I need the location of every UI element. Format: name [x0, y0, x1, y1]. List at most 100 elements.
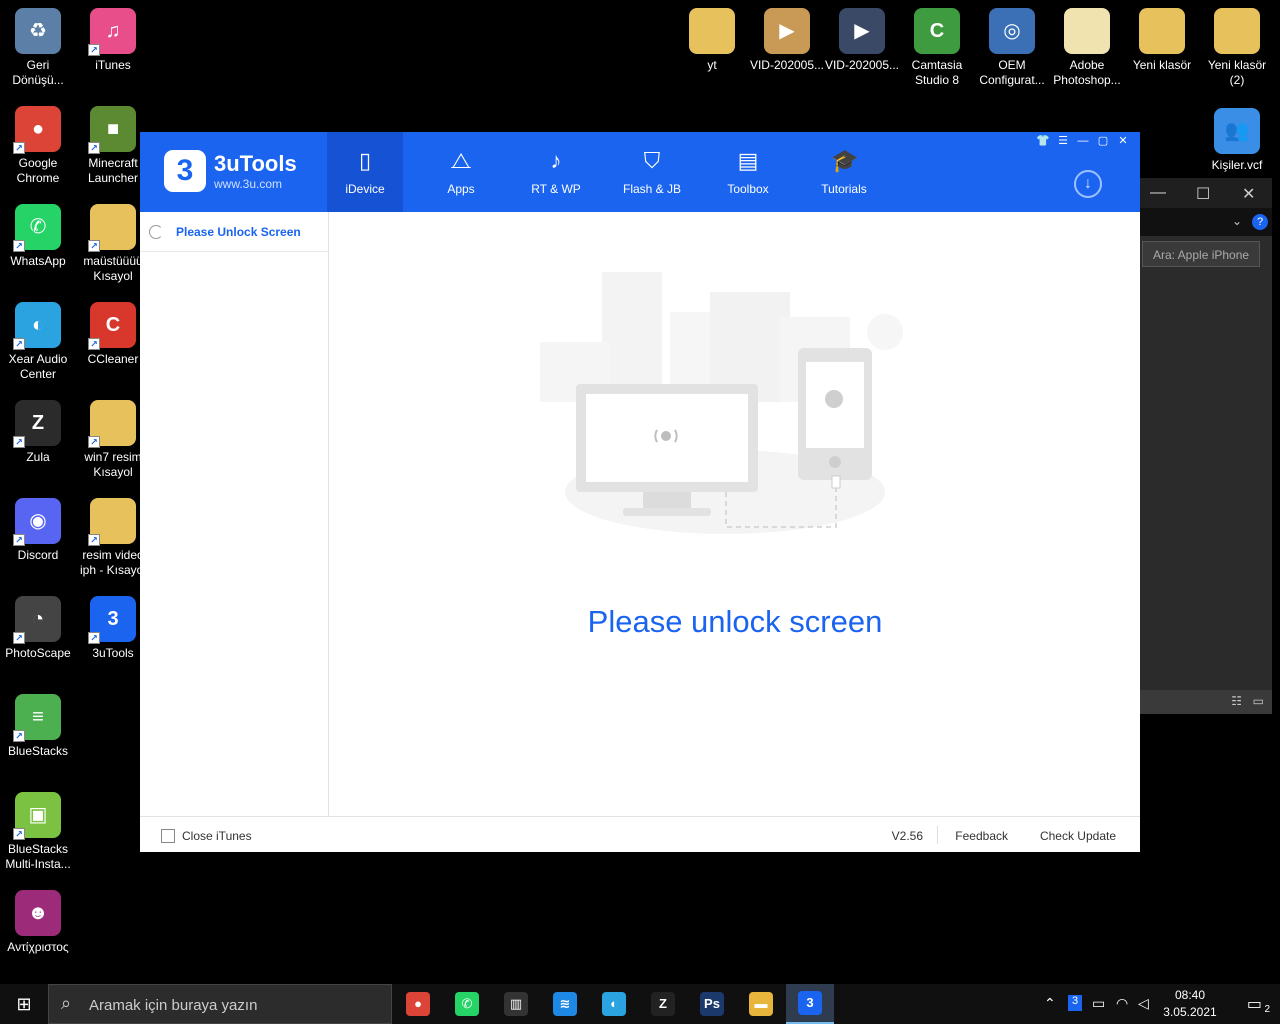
chevron-down-icon[interactable]: ⌄ — [1232, 214, 1242, 228]
desktop-icon-label: BlueStacks — [7, 744, 69, 758]
notification-icon[interactable]: ▭ — [1247, 994, 1262, 1014]
brand-url: www.3u.com — [214, 177, 283, 191]
bg-window-statusbar: ☷ ▭ — [1140, 690, 1272, 714]
desktop-icon[interactable]: ▶ VID-202005... — [749, 8, 825, 73]
bluestacks-icon: ≡ ↗ — [13, 694, 61, 742]
taskbar-app[interactable]: 3 — [786, 984, 834, 1024]
minimize-icon[interactable]: — — [1075, 134, 1091, 148]
skin-icon[interactable]: 👕 — [1035, 134, 1051, 148]
sidebar-item-unlock[interactable]: Please Unlock Screen — [140, 212, 328, 252]
folder-icon: ↗ — [88, 204, 136, 252]
tab-idevice[interactable]: ▯ iDevice — [327, 132, 403, 212]
details-view-icon[interactable]: ☷ — [1231, 694, 1242, 708]
taskbar-app[interactable]: ◐ — [590, 984, 638, 1024]
shield-icon: ⛉ — [643, 148, 661, 173]
bg-window-toolbar: ⌄ ? — [1140, 208, 1272, 236]
desktop-icon[interactable]: ≡ ↗ BlueStacks — [0, 694, 76, 759]
version-label: V2.56 — [891, 829, 923, 843]
shortcut-arrow-icon: ↗ — [13, 240, 25, 252]
desktop-icon[interactable]: ● ↗ Google Chrome — [0, 106, 76, 186]
taskbar-app[interactable]: Z — [639, 984, 687, 1024]
bg-window-search[interactable]: Ara: Apple iPhone — [1142, 241, 1260, 267]
taskbar-search[interactable]: ⌕ Aramak için buraya yazın — [48, 984, 392, 1024]
desktop-icon[interactable]: Adobe Photoshop... — [1049, 8, 1125, 88]
taskbar: ⊞ ⌕ Aramak için buraya yazın ● ✆ ▥ ≋ ◐ Z Ps ▬ 3 … — [0, 984, 1280, 1024]
xear-audio-icon: ◐ ↗ — [13, 302, 61, 350]
windows-start-icon[interactable]: ⊞ — [0, 984, 48, 1024]
desktop-icon-label: Yeni klasör — [1132, 58, 1192, 72]
thumbnail-view-icon[interactable]: ▭ — [1253, 694, 1264, 708]
desktop-icon[interactable]: Yeni klasör — [1124, 8, 1200, 73]
help-icon[interactable]: ? — [1252, 214, 1268, 230]
desktop-icon[interactable]: ▣ ↗ BlueStacks Multi-Insta... — [0, 792, 76, 872]
taskbar-app[interactable]: ▥ — [492, 984, 540, 1024]
battery-icon[interactable]: ▭ — [1092, 995, 1105, 1012]
desktop-icon-label: Kişiler.vcf — [1211, 158, 1263, 172]
desktop-icon[interactable]: ▶ VID-202005... — [824, 8, 900, 73]
3utools-logo: 3 — [164, 150, 206, 192]
clock-date[interactable]: 3.05.2021 — [1160, 1005, 1220, 1019]
tab-label: Tutorials — [821, 182, 867, 196]
ringtone-icon: ♪ — [550, 148, 562, 173]
close-icon[interactable]: ✕ — [1115, 134, 1131, 148]
file-icon — [1064, 8, 1110, 54]
feedback-link[interactable]: Feedback — [955, 829, 1008, 843]
desktop-icon-contacts[interactable]: 👥 Kişiler.vcf — [1199, 108, 1275, 173]
tab-label: Apps — [447, 182, 475, 196]
taskbar-app[interactable]: ✆ — [443, 984, 491, 1024]
recycle-bin-icon: ♻ — [15, 8, 61, 54]
desktop-icon-label: Yeni klasör (2) — [1207, 58, 1267, 87]
maximize-icon[interactable]: ▢ — [1095, 134, 1111, 148]
desktop-icon[interactable]: ◎ OEM Configurat... — [974, 8, 1050, 88]
download-button[interactable]: ↓ — [1074, 170, 1102, 198]
desktop-icon-label: Geri Dönüşü... — [12, 58, 64, 87]
tab-flash-jb[interactable]: ⛉ Flash & JB — [614, 132, 690, 212]
desktop-icon[interactable]: ◉ ↗ Discord — [0, 498, 76, 563]
taskbar-app[interactable]: ● — [394, 984, 442, 1024]
close-itunes-label[interactable]: Close iTunes — [182, 829, 252, 843]
folder-icon: ↗ — [88, 498, 136, 546]
tab-toolbox[interactable]: ▤ Toolbox — [710, 132, 786, 212]
volume-icon[interactable]: ◁ — [1138, 995, 1149, 1012]
xear-audio-icon: ◐ — [602, 992, 626, 1016]
taskbar-app[interactable]: Ps — [688, 984, 736, 1024]
desktop-icon[interactable]: yt — [674, 8, 750, 73]
tab-tutorials[interactable]: 🎓 Tutorials — [806, 132, 882, 212]
whatsapp-icon: ✆ — [455, 992, 479, 1016]
folder-icon — [689, 8, 735, 54]
minecraft-icon: ■ ↗ — [88, 106, 136, 154]
check-update-link[interactable]: Check Update — [1040, 829, 1116, 843]
desktop-icon[interactable]: ◔ ↗ PhotoScape — [0, 596, 76, 661]
background-window: — ☐ ✕ ⌄ ? Ara: Apple iPhone ☷ ▭ — [1140, 178, 1272, 714]
maximize-icon[interactable]: ☐ — [1196, 184, 1210, 204]
minimize-icon[interactable]: — — [1150, 184, 1166, 202]
desktop-icon[interactable]: ♫ ↗ iTunes — [75, 8, 151, 73]
desktop-icon[interactable]: Z ↗ Zula — [0, 400, 76, 465]
desktop-icon[interactable]: ♻ Geri Dönüşü... — [0, 8, 76, 88]
taskbar-app[interactable]: ▬ — [737, 984, 785, 1024]
chevron-up-icon[interactable]: ⌃ — [1044, 995, 1056, 1012]
tab-apps[interactable]: ⧍ Apps — [423, 132, 499, 212]
close-icon[interactable]: ✕ — [1242, 184, 1255, 204]
chrome-icon: ● — [406, 992, 430, 1016]
app-store-icon: ⧍ — [450, 148, 472, 173]
wifi-icon[interactable]: ◠ — [1116, 995, 1128, 1012]
desktop-icon[interactable]: C Camtasia Studio 8 — [899, 8, 975, 88]
camtasia-icon: C — [914, 8, 960, 54]
menu-icon[interactable]: ☰ — [1055, 134, 1071, 148]
desktop-icon[interactable]: ◐ ↗ Xear Audio Center — [0, 302, 76, 382]
whatsapp-icon: ✆ ↗ — [13, 204, 61, 252]
waves-icon: ≋ — [553, 992, 577, 1016]
taskbar-app[interactable]: ≋ — [541, 984, 589, 1024]
desktop-icon[interactable]: Yeni klasör (2) — [1199, 8, 1275, 88]
video-file-icon: ▶ — [764, 8, 810, 54]
brand-name: 3uTools — [214, 151, 297, 176]
desktop-icon[interactable]: ✆ ↗ WhatsApp — [0, 204, 76, 269]
tab-rt-wp[interactable]: ♪ RT & WP — [518, 132, 594, 212]
close-itunes-checkbox[interactable] — [161, 829, 175, 843]
desktop-icon[interactable]: ☻ Αντίχριστος — [0, 890, 76, 955]
clock-time[interactable]: 08:40 — [1160, 988, 1220, 1002]
3utools-tray-icon[interactable]: 3 — [1068, 995, 1082, 1011]
notification-count: 2 — [1264, 1004, 1270, 1015]
desktop-icon-label: Camtasia Studio 8 — [911, 58, 963, 87]
